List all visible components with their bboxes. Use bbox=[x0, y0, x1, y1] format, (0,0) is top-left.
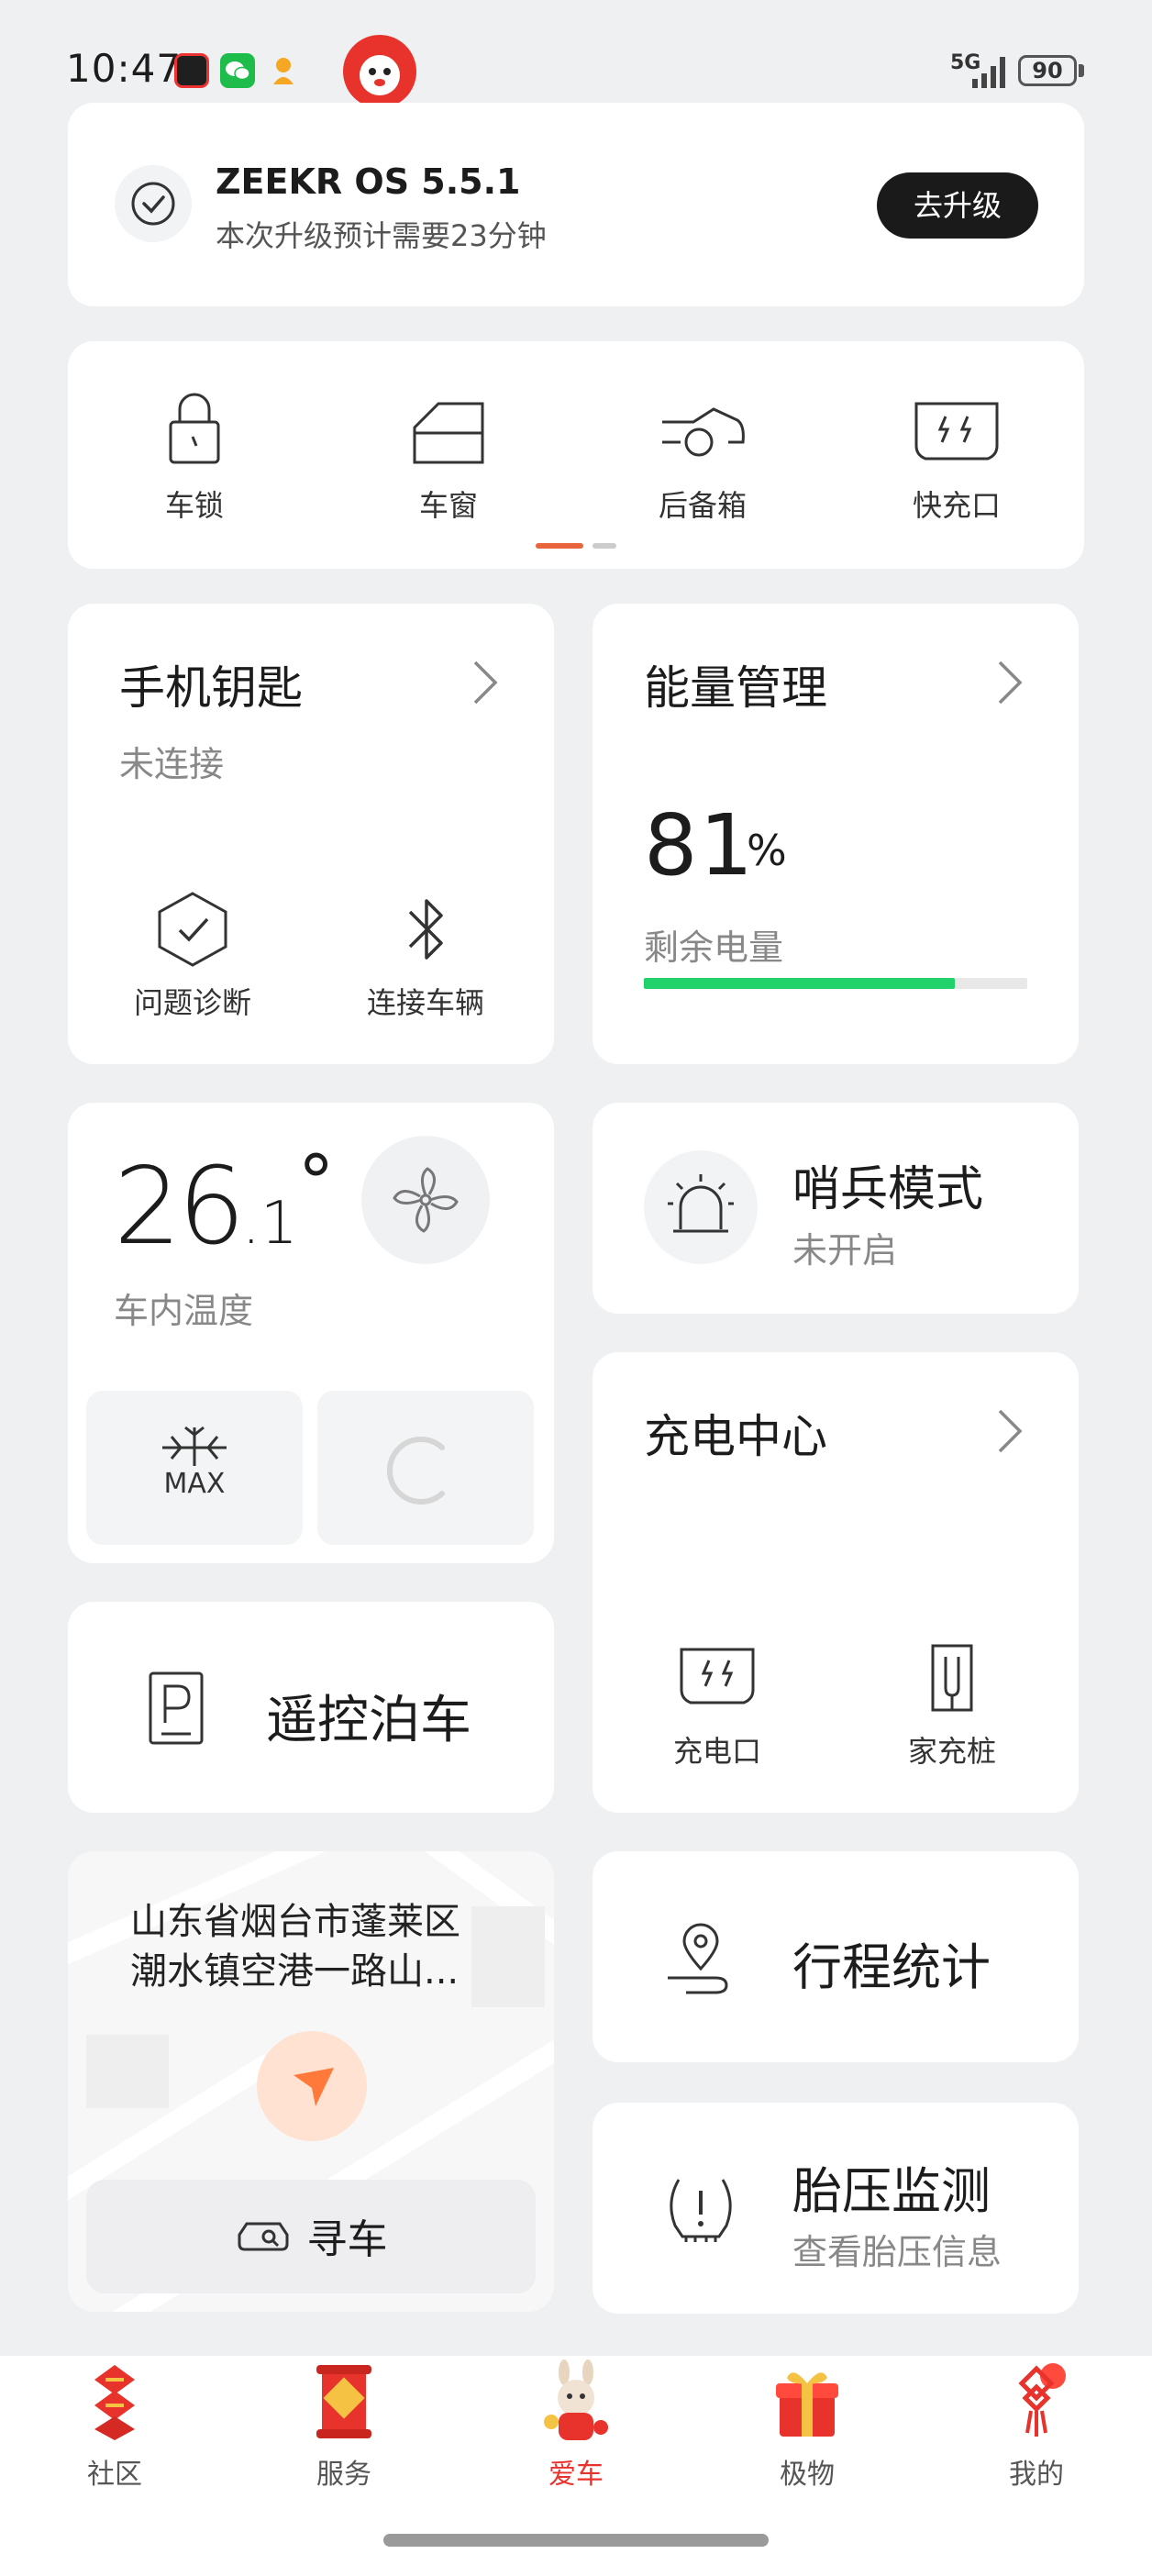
quick-control-trunk[interactable]: 后备箱 bbox=[634, 385, 771, 525]
quick-control-label: 快充口 bbox=[912, 488, 1001, 523]
nav-label: 我的 bbox=[1009, 2459, 1064, 2491]
temp-degree: ° bbox=[297, 1139, 335, 1225]
nav-tab-profile[interactable]: 我的 bbox=[968, 2359, 1105, 2492]
fan-icon bbox=[393, 1167, 459, 1233]
nav-label: 社区 bbox=[87, 2459, 142, 2491]
avatar[interactable] bbox=[343, 35, 416, 108]
chevron-right-icon[interactable] bbox=[996, 1405, 1024, 1457]
sentry-status: 未开启 bbox=[792, 1230, 898, 1271]
page-indicator bbox=[593, 543, 616, 549]
temp-integer: 26 bbox=[114, 1145, 246, 1269]
nav-tab-shop[interactable]: 极物 bbox=[738, 2359, 876, 2492]
remaining-energy-label: 剩余电量 bbox=[644, 927, 784, 968]
navigation-arrow-icon bbox=[294, 2068, 334, 2106]
battery-cap bbox=[1079, 64, 1084, 77]
notification-app-icon bbox=[174, 53, 209, 88]
quick-control-lock[interactable]: 车锁 bbox=[126, 385, 263, 525]
tire-pressure-icon bbox=[670, 2179, 732, 2242]
battery-percent: 81 bbox=[644, 796, 756, 894]
battery-percent-unit: % bbox=[747, 826, 787, 875]
car-location-marker bbox=[257, 2031, 367, 2141]
sentry-icon-wrap bbox=[644, 1150, 758, 1264]
nav-tab-service[interactable]: 服务 bbox=[275, 2359, 413, 2492]
address-line-2: 潮水镇空港一路山... bbox=[130, 1950, 460, 1993]
upgrade-button[interactable]: 去升级 bbox=[877, 172, 1038, 239]
shop-gift-icon bbox=[776, 2372, 838, 2437]
fan-button[interactable] bbox=[361, 1136, 490, 1264]
energy-bar-fill bbox=[644, 978, 955, 989]
energy-title: 能量管理 bbox=[644, 661, 827, 715]
quick-control-fast-charge[interactable]: 快充口 bbox=[888, 385, 1025, 525]
shield-check-icon bbox=[158, 892, 227, 967]
sentry-title: 哨兵模式 bbox=[792, 1162, 984, 1217]
nav-label: 极物 bbox=[780, 2459, 835, 2491]
update-title: ZEEKR OS 5.5.1 bbox=[216, 161, 521, 202]
route-pin-icon bbox=[668, 1923, 728, 1994]
home-indicator[interactable] bbox=[383, 2534, 769, 2547]
status-time: 10:47 bbox=[66, 46, 183, 91]
diagnose-label: 问题诊断 bbox=[133, 985, 251, 1020]
find-car-label: 寻车 bbox=[306, 2216, 388, 2263]
quick-control-window[interactable]: 车窗 bbox=[380, 385, 517, 525]
notification-app-icon bbox=[266, 53, 301, 88]
connect-vehicle-label: 连接车辆 bbox=[366, 985, 484, 1020]
alarm-light-icon bbox=[668, 1174, 734, 1233]
energy-bar-track bbox=[644, 978, 1027, 989]
lock-icon bbox=[169, 393, 220, 464]
profile-knot-icon bbox=[1018, 2363, 1066, 2437]
charge-port-button[interactable]: 充电口 bbox=[653, 1642, 781, 1771]
page-indicator-active bbox=[536, 543, 583, 549]
my-car-icon bbox=[544, 2359, 608, 2440]
service-icon bbox=[316, 2365, 371, 2438]
bluetooth-icon bbox=[408, 899, 443, 960]
check-icon bbox=[115, 165, 192, 242]
max-label: MAX bbox=[163, 1468, 226, 1500]
nav-label: 爱车 bbox=[548, 2459, 604, 2491]
loading-spinner-icon bbox=[387, 1437, 445, 1505]
community-icon bbox=[94, 2365, 135, 2440]
snowflake-icon bbox=[162, 1426, 227, 1466]
charging-center-title: 充电中心 bbox=[644, 1410, 827, 1463]
tire-pressure-subtitle: 查看胎压信息 bbox=[792, 2232, 1002, 2272]
charge-port-label: 充电口 bbox=[672, 1734, 761, 1769]
charge-port-icon bbox=[680, 1648, 755, 1704]
nav-label: 服务 bbox=[316, 2459, 371, 2491]
signal-icon bbox=[972, 57, 1005, 88]
chevron-right-icon[interactable] bbox=[996, 657, 1024, 708]
phone-key-title: 手机钥匙 bbox=[119, 661, 303, 715]
chevron-right-icon[interactable] bbox=[471, 657, 499, 708]
parking-icon bbox=[149, 1671, 204, 1745]
quick-control-label: 后备箱 bbox=[658, 488, 747, 523]
fast-charge-port-icon bbox=[914, 402, 999, 461]
update-subtitle: 本次升级预计需要23分钟 bbox=[216, 218, 547, 253]
tire-pressure-title: 胎压监测 bbox=[792, 2162, 991, 2220]
nav-tab-my-car[interactable]: 爱车 bbox=[507, 2359, 645, 2492]
home-charger-button[interactable]: 家充桩 bbox=[888, 1642, 1016, 1771]
home-charger-icon bbox=[931, 1644, 973, 1712]
cabin-temperature-label: 车内温度 bbox=[114, 1291, 254, 1331]
nav-tab-community[interactable]: 社区 bbox=[46, 2359, 183, 2492]
wechat-icon bbox=[220, 53, 255, 88]
remote-parking-title: 遥控泊车 bbox=[266, 1691, 471, 1750]
temp-decimal: .1 bbox=[241, 1190, 298, 1258]
trunk-icon bbox=[662, 407, 745, 457]
battery-indicator: 90 bbox=[1018, 55, 1077, 86]
diagnose-button[interactable]: 问题诊断 bbox=[119, 890, 266, 1022]
trip-stats-title: 行程统计 bbox=[792, 1938, 991, 1996]
quick-control-label: 车锁 bbox=[164, 488, 224, 523]
window-icon bbox=[413, 402, 484, 464]
car-find-icon bbox=[238, 2222, 289, 2251]
address-line-1: 山东省烟台市蓬莱区 bbox=[130, 1901, 460, 1943]
climate-loading-button[interactable] bbox=[317, 1391, 534, 1545]
phone-key-status: 未连接 bbox=[119, 744, 225, 784]
cabin-temperature: 26.1° bbox=[114, 1139, 335, 1269]
quick-control-label: 车窗 bbox=[418, 488, 478, 523]
find-car-button[interactable]: 寻车 bbox=[86, 2180, 536, 2293]
home-charger-label: 家充桩 bbox=[907, 1734, 996, 1769]
max-defrost-button[interactable]: MAX bbox=[86, 1391, 303, 1545]
connect-vehicle-button[interactable]: 连接车辆 bbox=[357, 890, 494, 1022]
